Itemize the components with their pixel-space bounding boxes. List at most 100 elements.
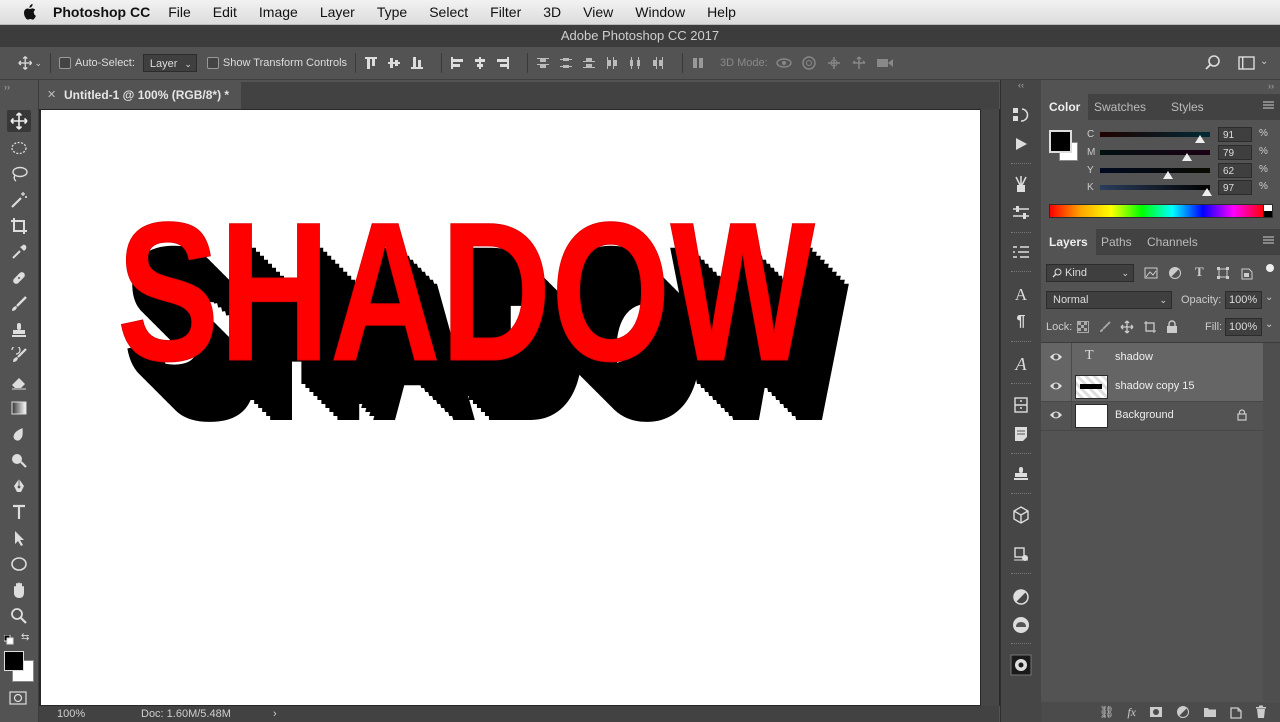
menu-file[interactable]: File — [168, 4, 191, 20]
fill-input[interactable]: 100% — [1225, 318, 1262, 336]
chevron-down-icon[interactable]: ⌄ — [1260, 56, 1268, 67]
folder-icon[interactable] — [1203, 706, 1217, 718]
visibility-eye-icon[interactable] — [1049, 408, 1063, 422]
3d-pan-icon[interactable] — [826, 56, 842, 70]
magic-wand-tool[interactable] — [7, 189, 31, 211]
distribute-top-icon[interactable] — [536, 56, 550, 70]
fx-icon[interactable]: fx — [1127, 705, 1136, 720]
tab-swatches[interactable]: Swatches — [1086, 94, 1154, 120]
lock-all-icon[interactable] — [1166, 320, 1178, 334]
app-menu[interactable]: Photoshop CC — [53, 4, 150, 20]
layer-row[interactable]: shadow copy 15 — [1041, 372, 1263, 402]
blur-tool[interactable] — [7, 423, 31, 445]
collapse-panels-icon[interactable]: ›› — [1268, 81, 1274, 91]
actions-panel-button[interactable] — [1009, 133, 1033, 155]
layer-name[interactable]: shadow copy 15 — [1115, 380, 1195, 392]
paragraph-panel-button[interactable]: ¶ — [1009, 311, 1033, 333]
menu-type[interactable]: Type — [377, 4, 407, 20]
layer-kind-filter[interactable]: Kind ⌄ — [1046, 264, 1134, 282]
cyan-slider[interactable] — [1100, 132, 1210, 137]
canvas[interactable]: SHADOW SHADOW SHADOW SHADOW SHADOW SHADO… — [41, 110, 980, 705]
tab-color[interactable]: Color — [1041, 94, 1089, 120]
3d-orbit-icon[interactable] — [776, 56, 792, 70]
magenta-value-input[interactable]: 79 — [1218, 145, 1252, 160]
yellow-slider-thumb[interactable] — [1163, 171, 1174, 179]
default-colors-icon[interactable] — [4, 635, 14, 645]
history-panel-button[interactable] — [1009, 104, 1033, 126]
glyphs-panel-button[interactable]: A — [1009, 353, 1033, 375]
lock-artboard-icon[interactable] — [1143, 320, 1157, 334]
zoom-tool[interactable] — [7, 605, 31, 627]
distribute-right-icon[interactable] — [651, 56, 665, 70]
layers-scrollbar[interactable] — [1263, 343, 1280, 701]
3d-camera-icon[interactable] — [876, 56, 894, 70]
path-selection-tool[interactable] — [7, 527, 31, 549]
3d-panel-button[interactable] — [1009, 504, 1033, 526]
filter-smart-object-icon[interactable] — [1241, 266, 1253, 280]
auto-select-checkbox[interactable] — [59, 57, 71, 69]
menu-3d[interactable]: 3D — [543, 4, 561, 20]
tool-preset-picker[interactable]: ⌄ — [18, 54, 42, 72]
yellow-slider[interactable] — [1100, 168, 1210, 173]
black-slider-thumb[interactable] — [1201, 188, 1212, 196]
magenta-slider-thumb[interactable] — [1181, 153, 1192, 161]
timeline-panel-button[interactable] — [1009, 543, 1033, 565]
opacity-input[interactable]: 100% — [1225, 291, 1262, 309]
marquee-tool[interactable] — [7, 137, 31, 159]
filter-pixel-icon[interactable] — [1144, 267, 1158, 279]
brush-tool[interactable] — [7, 293, 31, 315]
close-icon[interactable]: ✕ — [47, 82, 56, 109]
chevron-down-icon[interactable]: ⌄ — [1265, 292, 1273, 303]
align-vertical-center-icon[interactable] — [387, 56, 401, 70]
blend-mode-dropdown[interactable]: Normal ⌄ — [1046, 291, 1172, 309]
3d-roll-icon[interactable] — [801, 56, 817, 70]
adjustment-layer-icon[interactable] — [1176, 705, 1190, 719]
align-horizontal-center-icon[interactable] — [473, 56, 487, 70]
menu-window[interactable]: Window — [635, 4, 685, 20]
pen-tool[interactable] — [7, 475, 31, 497]
chevron-down-icon[interactable]: ⌄ — [1265, 319, 1273, 330]
filter-shape-icon[interactable] — [1216, 266, 1230, 280]
distribute-bottom-icon[interactable] — [582, 56, 596, 70]
lasso-tool[interactable] — [7, 163, 31, 185]
properties-panel-button[interactable] — [1009, 241, 1033, 263]
move-tool[interactable] — [7, 110, 31, 132]
lock-pixels-icon[interactable] — [1099, 321, 1111, 333]
distribute-left-icon[interactable] — [605, 56, 619, 70]
search-icon[interactable] — [1205, 55, 1221, 71]
cc-libraries-panel-button[interactable] — [1009, 614, 1033, 636]
clone-stamp-tool[interactable] — [7, 319, 31, 341]
auto-align-icon[interactable] — [691, 56, 705, 70]
history-brush-tool[interactable] — [7, 345, 31, 367]
align-top-icon[interactable] — [364, 56, 378, 70]
eyedropper-tool[interactable] — [7, 241, 31, 263]
cyan-value-input[interactable]: 91 — [1218, 127, 1252, 142]
layer-name[interactable]: Background — [1115, 409, 1174, 421]
new-layer-icon[interactable] — [1230, 705, 1242, 719]
tab-layers[interactable]: Layers — [1041, 229, 1096, 255]
crop-tool[interactable] — [7, 215, 31, 237]
adjustments-panel-button[interactable] — [1009, 586, 1033, 608]
filter-toggle[interactable] — [1266, 264, 1274, 272]
lock-transparent-icon[interactable] — [1077, 321, 1089, 333]
panel-menu-icon[interactable] — [1263, 236, 1274, 244]
filter-adjustment-icon[interactable] — [1168, 266, 1182, 280]
ellipse-tool[interactable] — [7, 553, 31, 575]
black-slider[interactable] — [1100, 185, 1210, 190]
color-spectrum-ramp[interactable] — [1049, 204, 1265, 218]
character-panel-button[interactable]: A — [1009, 284, 1033, 306]
swap-colors-icon[interactable]: ⇆ — [21, 632, 29, 643]
cyan-slider-thumb[interactable] — [1195, 135, 1206, 143]
align-left-icon[interactable] — [450, 56, 464, 70]
type-tool[interactable] — [7, 501, 31, 523]
apple-icon[interactable] — [18, 4, 40, 20]
libraries-panel-button[interactable] — [1009, 394, 1033, 416]
menu-select[interactable]: Select — [429, 4, 468, 20]
brush-settings-panel-button[interactable] — [1009, 202, 1033, 224]
auto-select-dropdown[interactable]: Layer ⌄ — [142, 54, 197, 72]
link-layers-icon[interactable]: ⛓ — [1099, 705, 1114, 719]
brushes-panel-button[interactable] — [1009, 173, 1033, 195]
menu-layer[interactable]: Layer — [320, 4, 355, 20]
menu-image[interactable]: Image — [259, 4, 298, 20]
menu-edit[interactable]: Edit — [213, 4, 237, 20]
